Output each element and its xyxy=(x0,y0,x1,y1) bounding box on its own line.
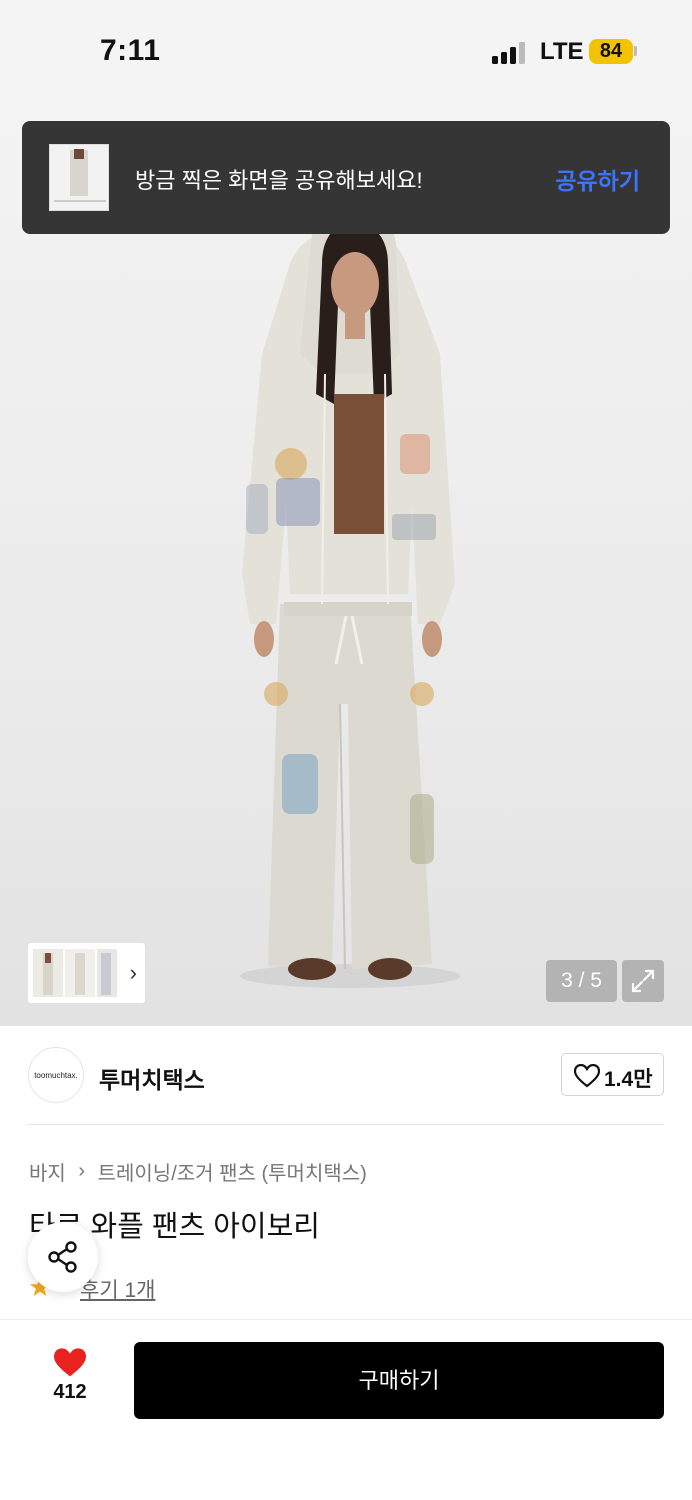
network-label: LTE xyxy=(540,38,584,65)
thumbnail-strip[interactable]: › xyxy=(28,943,145,1003)
share-screenshot-banner: 방금 찍은 화면을 공유해보세요! 공유하기 xyxy=(22,121,670,234)
brand-name[interactable]: 투머치택스 xyxy=(99,1061,205,1095)
share-banner-button[interactable]: 공유하기 xyxy=(555,162,640,196)
battery-nub xyxy=(634,46,637,56)
share-banner-message: 방금 찍은 화면을 공유해보세요! xyxy=(135,168,423,193)
expand-icon[interactable] xyxy=(622,960,664,1002)
status-time: 7:11 xyxy=(100,34,161,67)
buy-button[interactable]: 구매하기 xyxy=(134,1342,664,1419)
share-button[interactable] xyxy=(28,1222,98,1292)
breadcrumb-item-subcategory[interactable]: 트레이닝/조거 팬츠 (투머치택스) xyxy=(98,1163,367,1185)
brand-row: toomuchtax. 투머치택스 1.4만 xyxy=(0,1026,692,1126)
brand-like-button[interactable]: 1.4만 xyxy=(561,1053,664,1096)
heart-filled-icon xyxy=(54,1348,86,1377)
battery-icon: 84 xyxy=(589,39,633,64)
divider xyxy=(28,1124,664,1125)
chevron-right-icon[interactable]: › xyxy=(130,960,137,986)
image-counter: 3 / 5 xyxy=(546,960,617,1002)
brand-logo[interactable]: toomuchtax. xyxy=(28,1047,84,1103)
signal-icon xyxy=(492,40,526,64)
breadcrumb: 바지 › 트레이닝/조거 팬츠 (투머치택스) xyxy=(29,1157,367,1186)
thumbnail-1[interactable] xyxy=(33,949,63,997)
thumbnail-2[interactable] xyxy=(65,949,95,997)
thumbnail-3[interactable] xyxy=(97,949,117,997)
heart-outline-icon xyxy=(574,1064,600,1088)
breadcrumb-item-category[interactable]: 바지 xyxy=(29,1163,66,1185)
chevron-right-icon: › xyxy=(78,1160,86,1182)
status-bar: 7:11 LTE 84 xyxy=(0,0,692,104)
product-image[interactable] xyxy=(0,104,692,1026)
share-icon xyxy=(48,1241,77,1273)
bottom-action-bar: 412 구매하기 xyxy=(0,1319,692,1500)
review-link[interactable]: 후기 1개 xyxy=(80,1274,155,1304)
wishlist-count: 412 xyxy=(53,1381,87,1403)
model-photo xyxy=(240,204,460,988)
wishlist-button[interactable]: 412 xyxy=(40,1347,100,1417)
screenshot-thumbnail xyxy=(49,144,109,211)
brand-like-count: 1.4만 xyxy=(604,1068,653,1091)
